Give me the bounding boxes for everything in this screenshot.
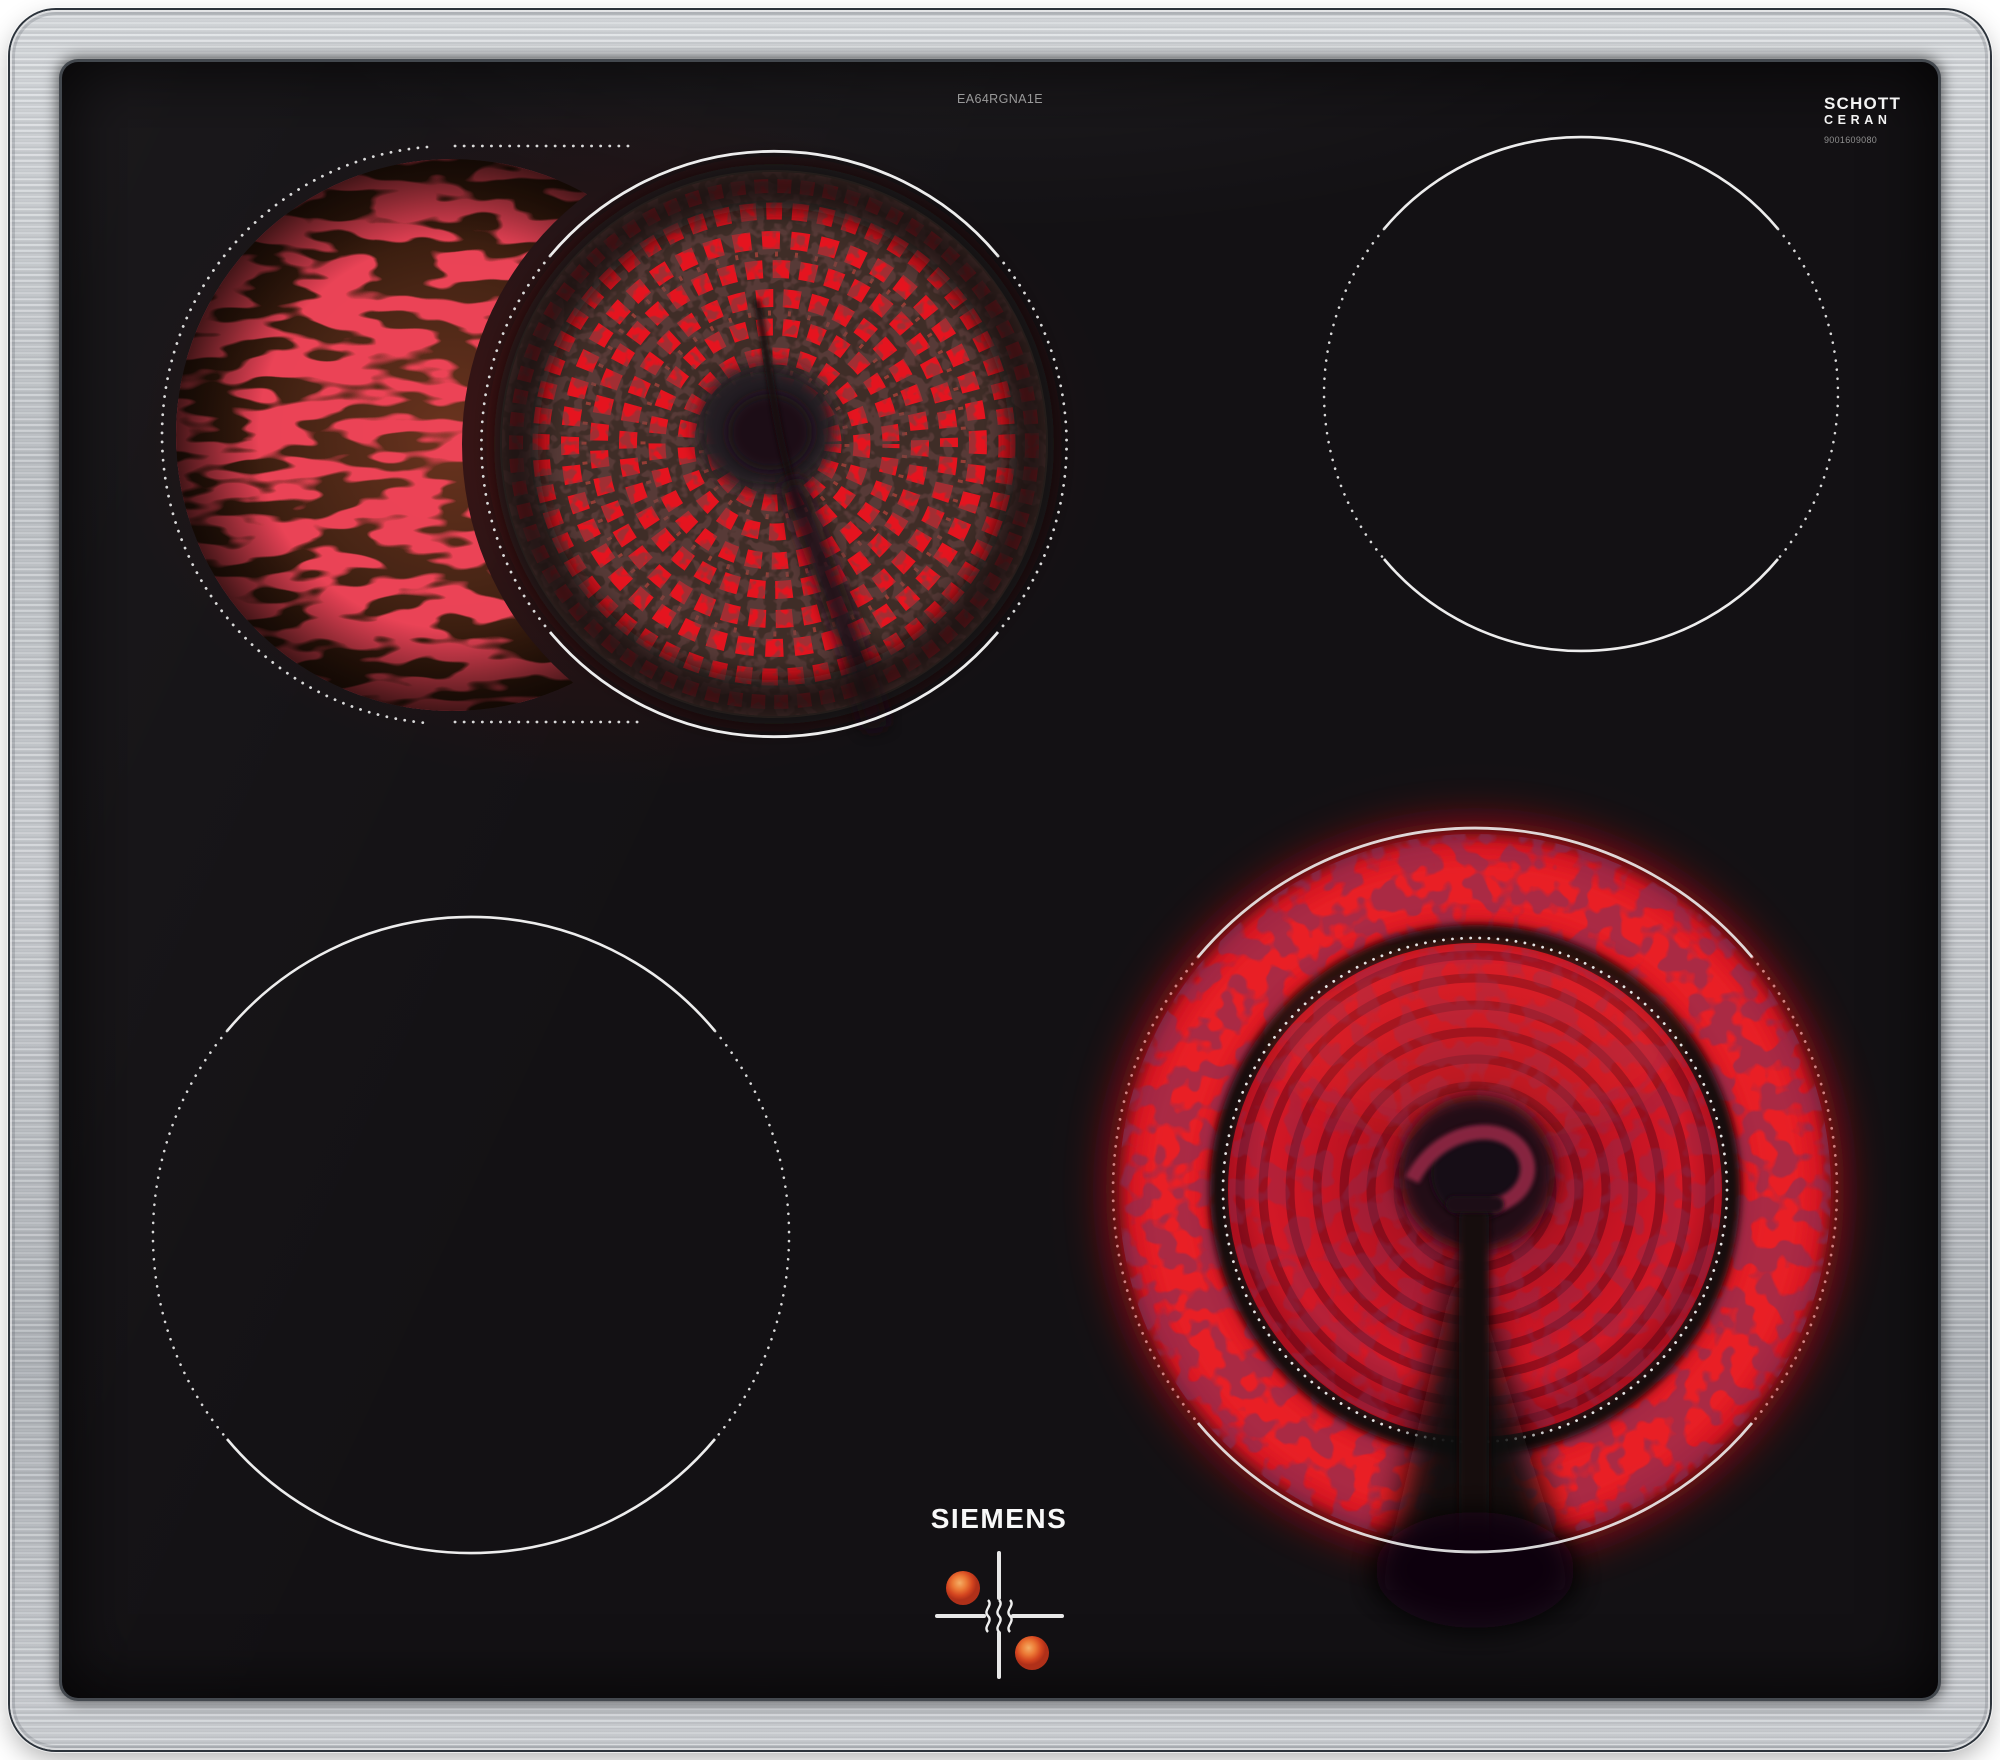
brand-logo: SIEMENS (930, 1503, 1068, 1534)
schott-ceran-logo: SCHOTT CERAN 9001609080 (1824, 95, 1901, 145)
glass-serial-number: 9001609080 (1824, 134, 1878, 145)
cooktop-product-photo: EA64RGNA1E SCHOTT CERAN 9001609080 SIEME… (0, 0, 2000, 1760)
glass-maker-name: SCHOTT (1824, 94, 1902, 113)
glass-line-name: CERAN (1824, 113, 1892, 127)
model-label: EA64RGNA1E (957, 92, 1043, 106)
ceramic-glass-surface (62, 62, 1938, 1698)
